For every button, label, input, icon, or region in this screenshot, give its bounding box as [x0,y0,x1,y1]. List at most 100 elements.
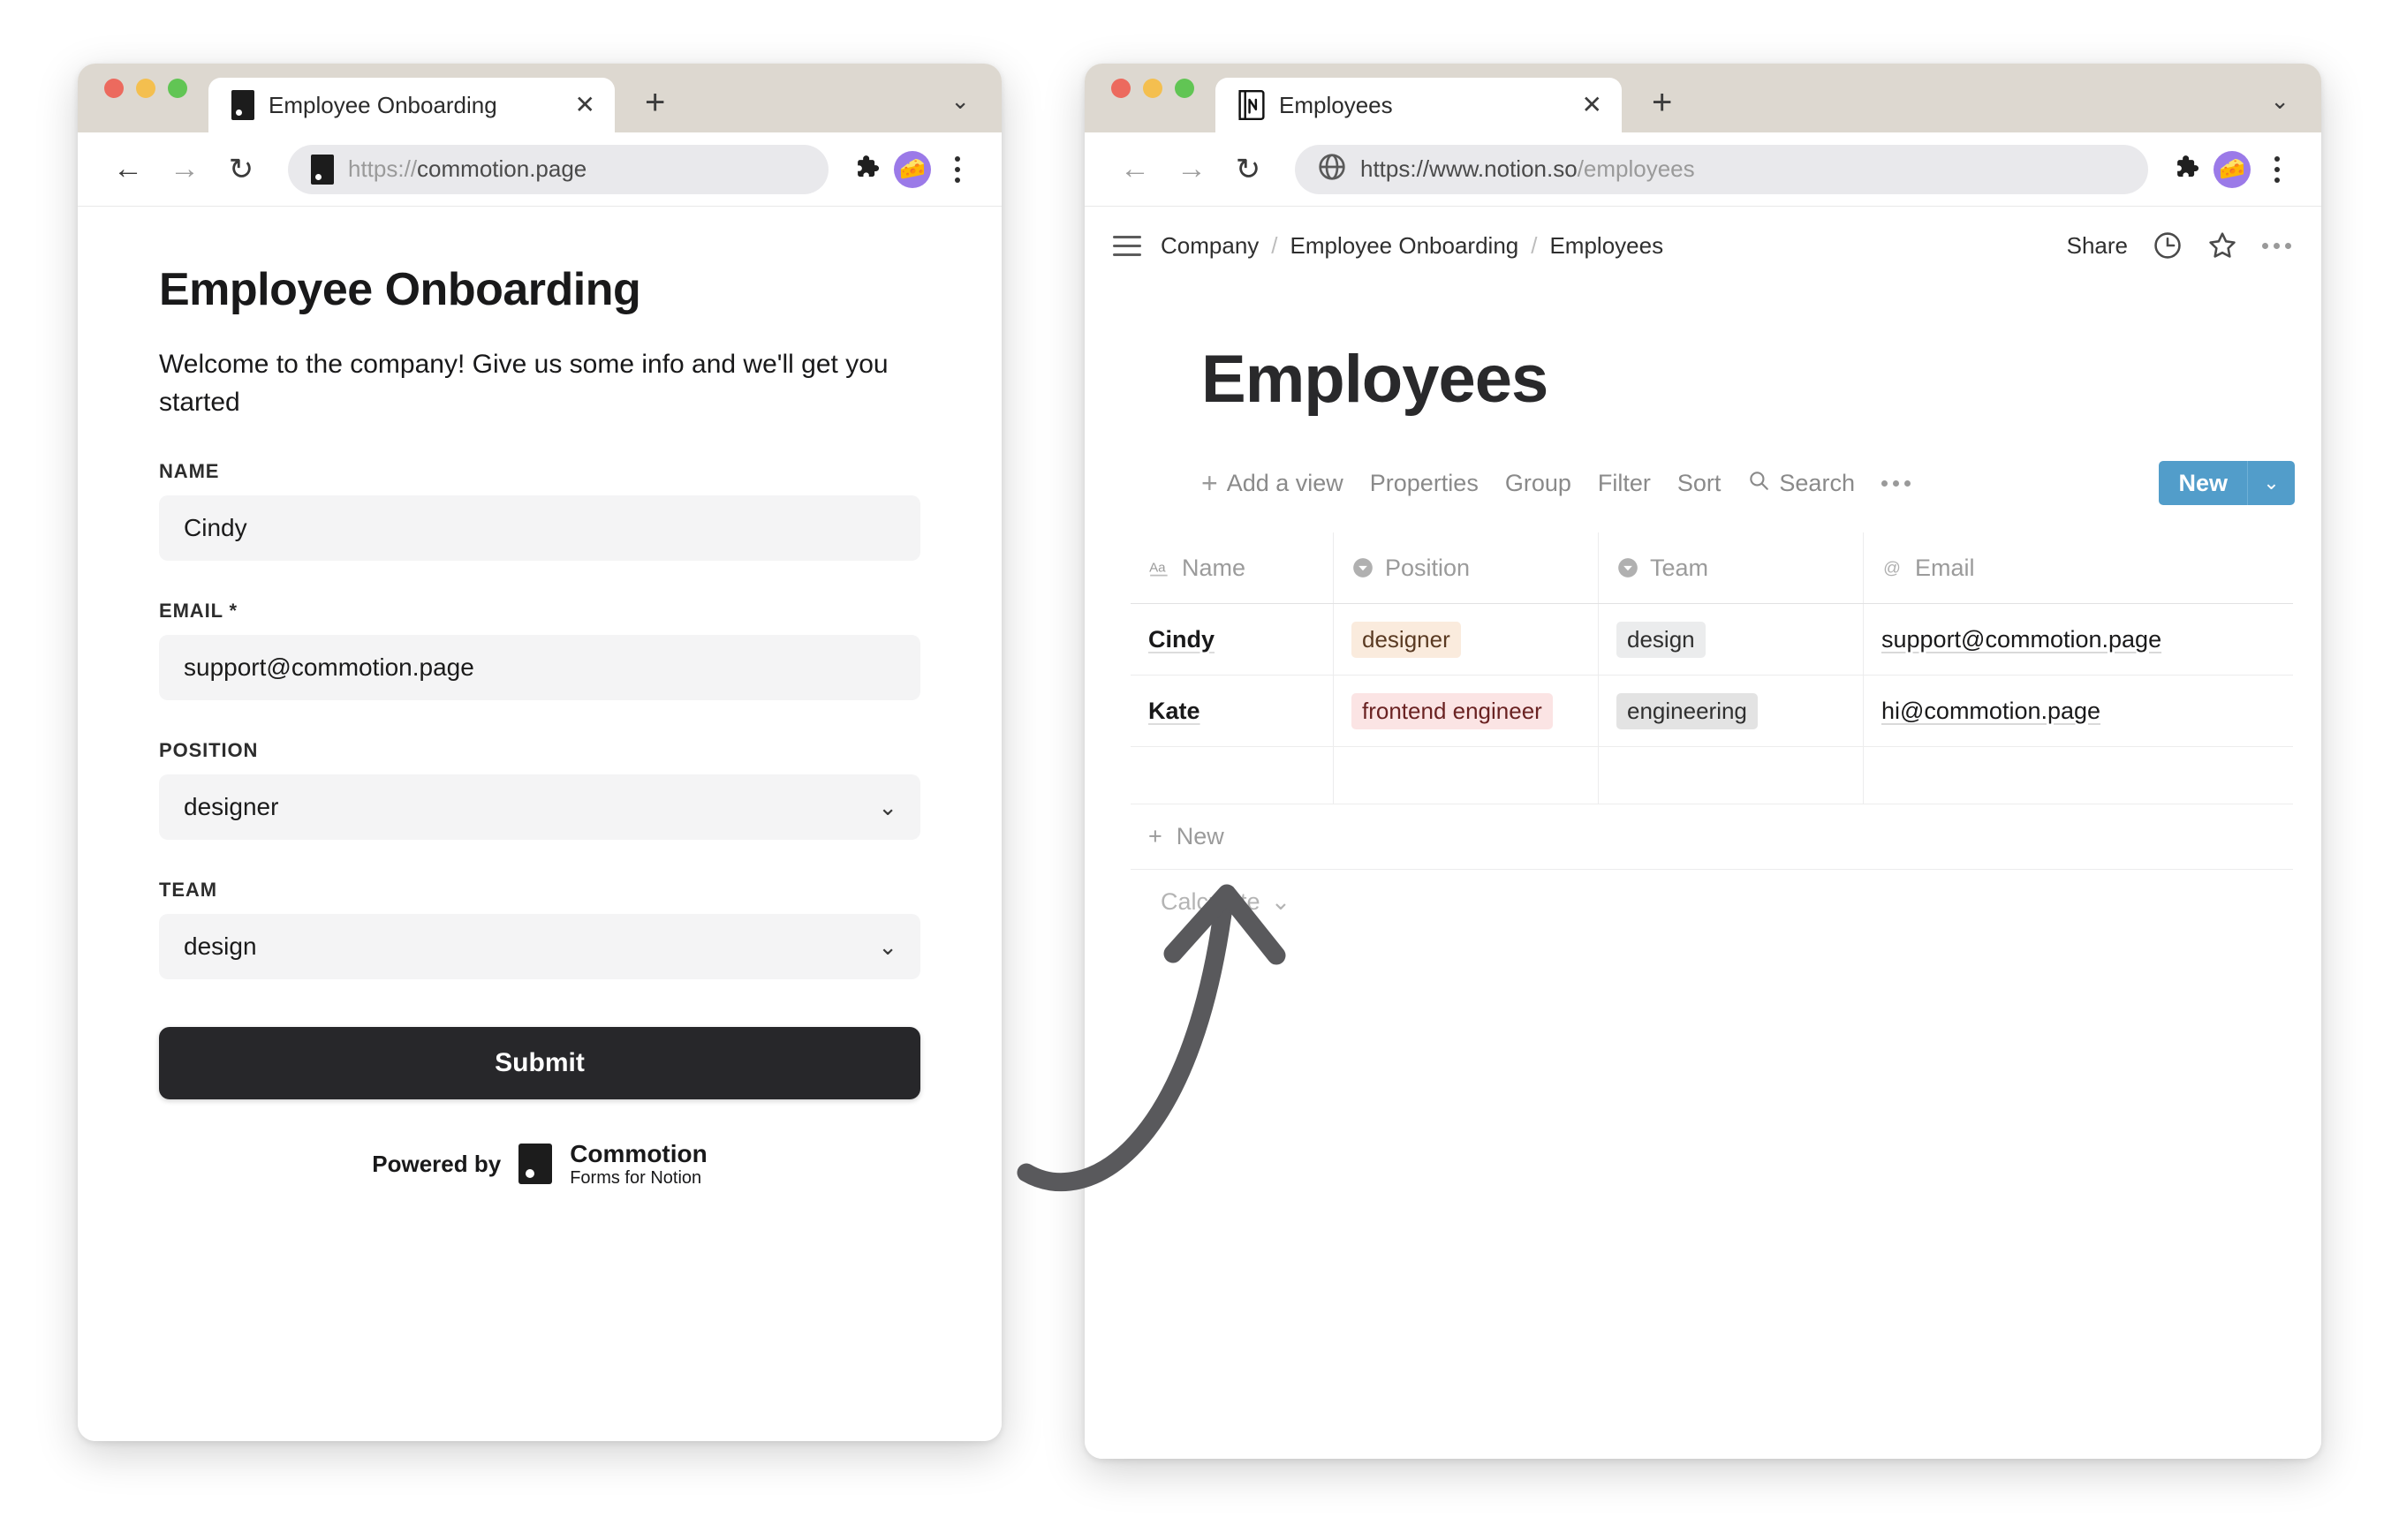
team-select[interactable]: design ⌄ [159,914,920,980]
cell-email[interactable]: support@commotion.page [1864,604,2293,675]
cell-position[interactable]: frontend engineer [1334,676,1599,746]
notion-page: Employees + Add a view Properties Group … [1085,284,2321,1459]
maximize-window-button[interactable] [1175,79,1194,98]
new-button[interactable]: New [2159,461,2247,505]
breadcrumb-item-employees[interactable]: Employees [1549,232,1663,260]
tab-title: Employee Onboarding [269,91,497,118]
kebab-menu-icon[interactable] [940,155,975,183]
cell-team[interactable]: design [1599,604,1864,675]
record-title[interactable]: Kate [1148,698,1200,725]
column-header-name[interactable]: Aa Name [1131,532,1334,603]
forward-button[interactable]: → [161,146,208,193]
position-tag: frontend engineer [1351,692,1553,729]
name-input[interactable]: Cindy [159,495,920,562]
avatar[interactable]: 🧀 [894,150,931,188]
clock-history-icon[interactable] [2153,230,2183,260]
at-email-icon: @ [1881,556,1904,579]
calculate-button[interactable]: Calculate ⌄ [1131,870,2293,933]
puzzle-piece-icon[interactable] [2171,153,2205,186]
forward-button[interactable]: → [1168,146,1215,193]
field-team: TEAM design ⌄ [159,879,920,980]
table-row-empty[interactable] [1131,747,2293,804]
avatar[interactable]: 🧀 [2214,150,2251,188]
left-tabstrip: Employee Onboarding ✕ + ⌄ [78,64,1002,132]
tab-employee-onboarding[interactable]: Employee Onboarding ✕ [208,78,615,132]
email-input[interactable]: support@commotion.page [159,635,920,701]
puzzle-piece-icon[interactable] [851,153,885,186]
email-link[interactable]: hi@commotion.page [1881,698,2100,725]
submit-button[interactable]: Submit [159,1027,920,1100]
cell-position-empty[interactable] [1334,747,1599,804]
properties-button[interactable]: Properties [1370,470,1479,497]
add-a-view-button[interactable]: + Add a view [1201,469,1343,497]
group-button[interactable]: Group [1505,470,1571,497]
reload-button[interactable]: ↻ [217,146,265,193]
commotion-logo-icon [518,1144,553,1185]
cell-name[interactable]: Kate [1131,676,1334,746]
breadcrumb-separator: / [1271,231,1278,259]
back-button[interactable]: ← [1111,146,1159,193]
record-title[interactable]: Cindy [1148,626,1215,653]
commotion-square-icon [311,154,334,185]
view-more-options-icon[interactable] [1881,479,1911,487]
close-window-button[interactable] [104,79,124,98]
new-tab-button[interactable]: + [645,85,665,120]
minimize-window-button[interactable] [136,79,155,98]
tab-employees[interactable]: Employees ✕ [1215,78,1622,132]
close-icon[interactable]: ✕ [1582,93,1602,117]
select-icon [1616,556,1639,579]
reload-button[interactable]: ↻ [1224,146,1272,193]
new-chevron-down-icon[interactable]: ⌄ [2247,461,2295,505]
notion-notebook-icon [1238,90,1265,120]
column-label: Name [1182,554,1246,581]
commotion-brand: Commotion Forms for Notion [570,1140,708,1188]
cell-email[interactable]: hi@commotion.page [1864,676,2293,746]
notion-topbar-actions: Share [2067,230,2291,260]
cell-team-empty[interactable] [1599,747,1864,804]
column-header-email[interactable]: @ Email [1864,532,2293,603]
screenshot-stage: Employee Onboarding ✕ + ⌄ ← → ↻ https://… [0,0,2399,1540]
breadcrumb-item-company[interactable]: Company [1161,232,1259,260]
column-label: Position [1385,554,1471,581]
star-favorite-icon[interactable] [2207,230,2237,260]
close-icon[interactable]: ✕ [575,93,595,117]
cell-team[interactable]: engineering [1599,676,1864,746]
new-tab-button[interactable]: + [1652,85,1672,120]
chevron-down-icon: ⌄ [1270,887,1291,915]
field-label: EMAIL * [159,600,238,623]
maximize-window-button[interactable] [168,79,187,98]
right-traffic-lights [1111,64,1194,132]
chevron-down-icon[interactable]: ⌄ [950,87,970,115]
share-button[interactable]: Share [2067,232,2128,260]
employees-database-table: Aa Name Position Team @ Email Cindy desi… [1085,532,2321,933]
kebab-menu-icon[interactable] [2259,155,2295,183]
position-select[interactable]: designer ⌄ [159,774,920,841]
url-text: https://commotion.page [348,155,587,182]
cell-name[interactable]: Cindy [1131,604,1334,675]
back-button[interactable]: ← [104,146,152,193]
minimize-window-button[interactable] [1143,79,1162,98]
address-bar[interactable]: https://www.notion.so/employees [1295,144,2148,194]
close-window-button[interactable] [1111,79,1131,98]
cell-email-empty[interactable] [1864,747,2293,804]
column-header-position[interactable]: Position [1334,532,1599,603]
chevron-down-icon[interactable]: ⌄ [2270,87,2289,115]
brand-tagline: Forms for Notion [570,1167,702,1188]
browser-window-notion: Employees ✕ + ⌄ ← → ↻ https://www.notion… [1085,64,2321,1459]
cell-position[interactable]: designer [1334,604,1599,675]
address-bar[interactable]: https://commotion.page [288,144,829,194]
globe-icon [1318,153,1346,185]
table-row[interactable]: Cindy designer design support@commotion.… [1131,604,2293,676]
add-new-row-button[interactable]: + New [1131,804,2293,870]
filter-button[interactable]: Filter [1598,470,1651,497]
email-link[interactable]: support@commotion.page [1881,626,2161,653]
more-options-icon[interactable] [2262,242,2291,249]
breadcrumb-item-employee-onboarding[interactable]: Employee Onboarding [1290,232,1519,260]
sort-button[interactable]: Sort [1677,470,1722,497]
cell-name-empty[interactable] [1131,747,1334,804]
table-row[interactable]: Kate frontend engineer engineering hi@co… [1131,676,2293,747]
brand-name: Commotion [570,1140,708,1168]
column-header-team[interactable]: Team [1599,532,1864,603]
hamburger-menu-icon[interactable] [1113,235,1141,256]
search-button[interactable]: Search [1747,469,1855,498]
